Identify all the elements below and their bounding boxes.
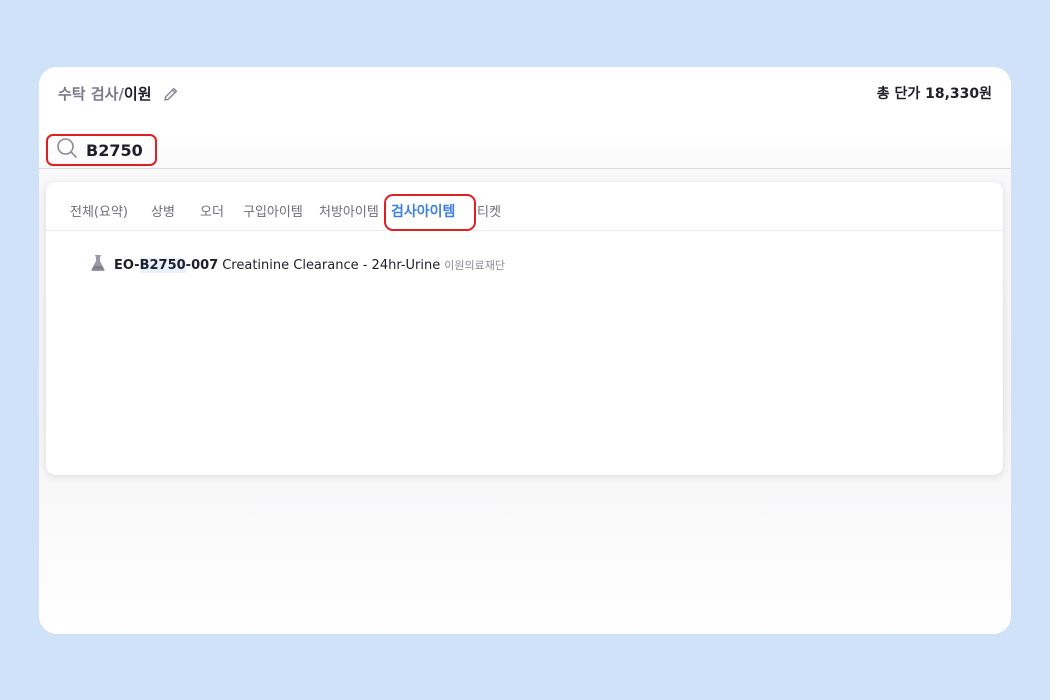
tab-tickets[interactable]: 티켓 <box>477 204 501 222</box>
search-icon <box>56 137 78 163</box>
flask-icon <box>90 254 106 276</box>
result-code-suffix: -007 <box>185 257 219 273</box>
category-tabs: 전체(요약) 상병 오더 구입아이템 처방아이템 검사아이템 티켓 <box>46 182 1003 231</box>
search-value[interactable]: B2750 <box>86 141 143 160</box>
tab-summary[interactable]: 전체(요약) <box>70 204 128 222</box>
main-card: 수탁 검사 / 이원 총 단가 18,330원 B2750 전체(요약) 상병 <box>39 67 1011 634</box>
breadcrumb-parent[interactable]: 수탁 검사 <box>58 83 118 105</box>
result-code-match: B2750 <box>139 257 186 273</box>
result-code-prefix: EO- <box>114 257 140 273</box>
breadcrumb: 수탁 검사 / 이원 <box>58 83 180 105</box>
list-item[interactable]: EO-B2750-007 Creatinine Clearance - 24hr… <box>90 254 505 276</box>
result-vendor: 이원의료재단 <box>444 259 505 272</box>
search-input[interactable]: B2750 <box>46 134 157 166</box>
tab-diagnosis[interactable]: 상병 <box>151 204 175 222</box>
result-name: Creatinine Clearance - 24hr-Urine <box>222 257 441 273</box>
result-code: EO-B2750-007 <box>114 257 219 273</box>
tab-prescription-items[interactable]: 처방아이템 <box>319 204 379 222</box>
active-tab-highlight <box>384 194 476 231</box>
pencil-icon[interactable] <box>162 85 180 103</box>
breadcrumb-current: 이원 <box>123 85 152 103</box>
header-divider <box>39 168 1011 169</box>
tab-purchase-items[interactable]: 구입아이템 <box>243 204 303 222</box>
header: 수탁 검사 / 이원 총 단가 18,330원 <box>58 83 992 107</box>
total-price: 총 단가 18,330원 <box>876 86 992 102</box>
tab-orders[interactable]: 오더 <box>200 204 224 222</box>
search-results-panel: 전체(요약) 상병 오더 구입아이템 처방아이템 검사아이템 티켓 EO-B27… <box>46 182 1003 475</box>
